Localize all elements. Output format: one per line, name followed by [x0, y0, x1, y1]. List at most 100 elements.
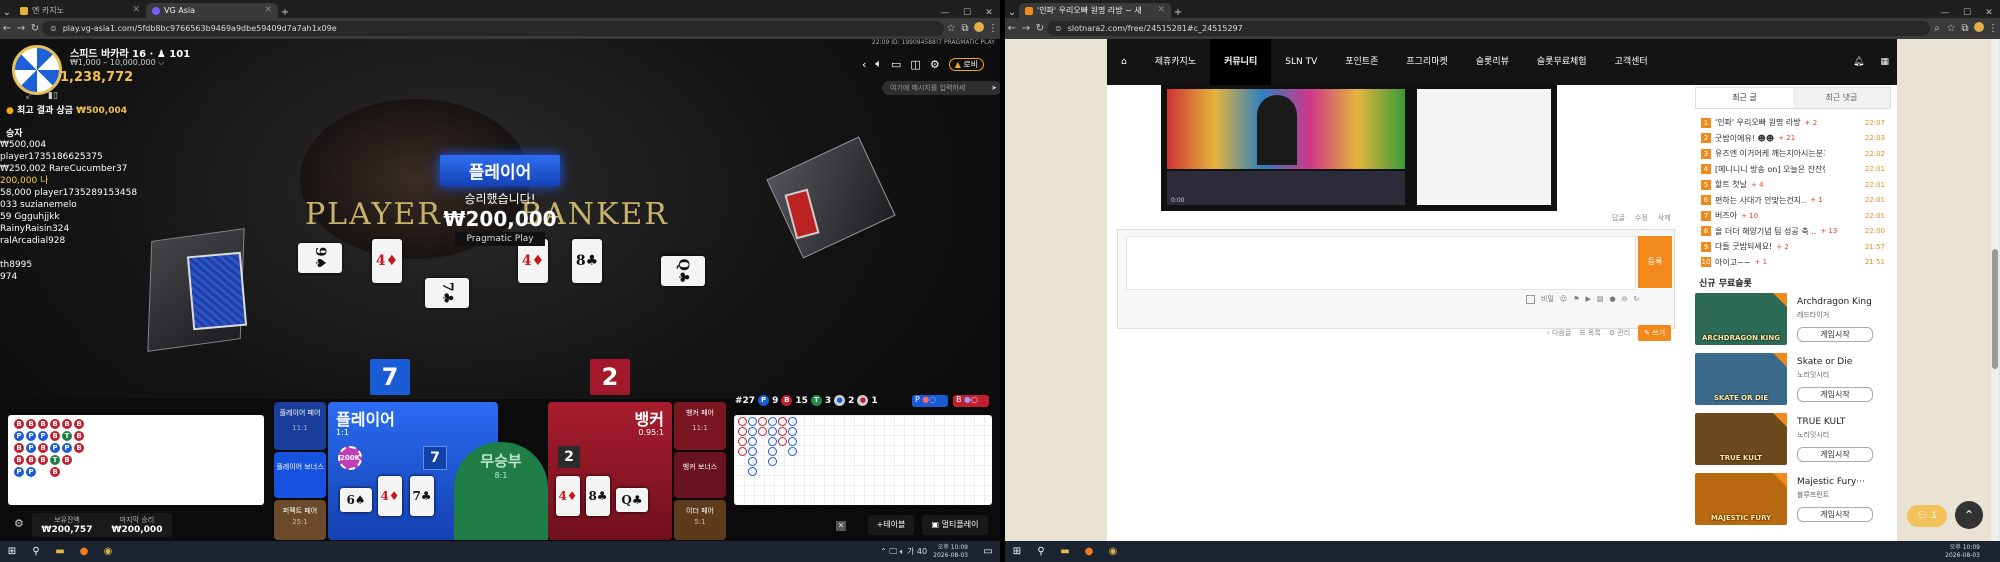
start-game-button[interactable]: 게임시작 — [1797, 387, 1873, 402]
minus-icon[interactable]: ⊖ — [1622, 295, 1628, 303]
scrollbar-thumb[interactable] — [1992, 249, 1998, 369]
secret-checkbox[interactable] — [1526, 294, 1535, 304]
manage-link[interactable]: ⚙ 관리 — [1609, 328, 1630, 338]
player-pair-bet[interactable]: 플레이어 페어 11:1 — [274, 402, 326, 450]
chrome-icon[interactable]: ◉ — [101, 545, 115, 559]
post-image[interactable]: 0:00 — [1161, 85, 1557, 211]
url-field[interactable]: ⊜ play.vg-asia1.com/5fdb8bc9766563b9469a9… — [42, 21, 944, 36]
chat-bubble-button[interactable]: 💬︎ 1 — [1907, 505, 1947, 527]
bookmark-star-icon[interactable]: ☆ — [944, 23, 958, 34]
recent-post-item[interactable]: 4 [메니니니 방송 on] 오늘은 잔잔한 소.. 22:01 — [1701, 162, 1885, 178]
ime-indicator[interactable]: 가 40 — [907, 547, 927, 556]
clock-right[interactable]: 오후 10:09 2026-08-03 — [1945, 544, 1980, 560]
notification-icon[interactable]: ▭ — [981, 545, 995, 559]
new-tab-icon[interactable]: + — [278, 7, 292, 18]
delete-link[interactable]: 삭제 — [1658, 213, 1671, 223]
recent-post-item[interactable]: 6 편하는 사대가 안맞는건지.. + 1 22:01 — [1701, 193, 1885, 209]
recent-post-item[interactable]: 7 버즈아 + 10 22:01 — [1701, 208, 1885, 224]
forward-icon[interactable]: → — [14, 23, 28, 34]
bookmark-star-icon[interactable]: ☆ — [1944, 23, 1958, 34]
nav-slot-review[interactable]: 슬롯리뷰 — [1462, 39, 1523, 85]
nav-free-slot[interactable]: 슬롯무료체험 — [1523, 39, 1601, 85]
either-pair-bet[interactable]: 이더 페어 5:1 — [674, 500, 726, 540]
nav-market[interactable]: 프그리마켓 — [1392, 39, 1461, 85]
chat-icon[interactable]: ▭ — [891, 58, 901, 71]
close-tab-icon[interactable]: ✕ — [132, 3, 140, 18]
back-icon[interactable]: ← — [1005, 23, 1019, 34]
banker-pair-bet[interactable]: 뱅커 페어 11:1 — [674, 402, 726, 450]
forward-icon[interactable]: → — [1019, 23, 1033, 34]
settings-gear-icon[interactable]: ⚙ — [930, 58, 940, 71]
edit-link[interactable]: 수정 — [1635, 213, 1648, 223]
maximize-icon[interactable]: ☐ — [956, 8, 978, 18]
site-info-icon[interactable]: ⊜ — [50, 21, 57, 36]
apps-grid-icon[interactable]: ▦ — [1872, 39, 1897, 85]
windows-start-icon[interactable]: ⊞ — [1010, 545, 1024, 559]
expand-icon[interactable]: ⤢ — [26, 91, 33, 101]
nav-partner-casino[interactable]: 제휴카지노 — [1141, 39, 1210, 85]
slot-thumbnail[interactable]: SKATE OR DIE — [1695, 353, 1787, 405]
recent-post-item[interactable]: 10 아이고~~ + 1 21:51 — [1701, 255, 1885, 271]
tab-vg-asia[interactable]: VG Asia ✕ — [146, 3, 278, 18]
scroll-top-button[interactable]: ⌃ — [1955, 501, 1983, 529]
start-game-button[interactable]: 게임시작 — [1797, 507, 1873, 522]
nav-point-zone[interactable]: 포인트존 — [1331, 39, 1392, 85]
extensions-icon[interactable]: ⧉ — [958, 23, 972, 34]
recent-post-item[interactable]: 9 다들 굿밤되세요! + 2 21:57 — [1701, 239, 1885, 255]
close-window-icon[interactable]: ✕ — [978, 8, 1000, 18]
add-table-button[interactable]: +테이블 — [868, 515, 914, 535]
close-table-icon[interactable]: ✕ — [836, 521, 846, 531]
close-window-icon[interactable]: ✕ — [1978, 8, 2000, 18]
menu-icon[interactable]: ⋮ — [986, 23, 1000, 34]
search-icon[interactable]: ⚲ — [1034, 545, 1048, 559]
minimize-icon[interactable]: — — [934, 8, 956, 18]
reply-link[interactable]: 답글 — [1612, 213, 1625, 223]
scrollbar[interactable] — [1991, 39, 1999, 541]
history-icon[interactable]: ◫ — [910, 58, 920, 71]
firefox-icon[interactable]: ● — [77, 545, 91, 559]
windows-start-icon[interactable]: ⊞ — [5, 545, 19, 559]
file-explorer-icon[interactable]: ▬ — [1058, 545, 1072, 559]
nav-home-icon[interactable]: ⌂ — [1107, 39, 1141, 85]
emoji-icon[interactable]: ☺ — [1560, 295, 1567, 303]
comment-submit-button[interactable]: 등록 — [1638, 236, 1672, 288]
sticker-icon[interactable]: ● — [1610, 295, 1616, 303]
tie-bet[interactable]: 무승부 8:1 — [454, 442, 548, 540]
collapse-icon[interactable]: ‹ — [862, 58, 866, 71]
reload-icon[interactable]: ↻ — [1033, 23, 1047, 34]
comment-textarea[interactable] — [1126, 236, 1636, 290]
settings-icon[interactable]: ⚙ — [14, 517, 24, 530]
refresh-icon[interactable]: ↻ — [1633, 295, 1639, 303]
search-icon[interactable]: ⚲ — [29, 545, 43, 559]
slot-thumbnail[interactable]: ARCHDRAGON KING — [1695, 293, 1787, 345]
banker-main-bet[interactable]: 뱅커 0.95:1 2 4♦ 8♣ Q♣ — [548, 402, 672, 540]
new-tab-icon[interactable]: + — [1171, 7, 1185, 18]
multi-play-button[interactable]: ▣ 멀티플레이 — [922, 515, 988, 535]
url-field[interactable]: ⊜ slotnara2.com/free/24515281#c_24515297 — [1047, 21, 1930, 36]
nav-support[interactable]: 고객센터 — [1601, 39, 1662, 85]
tab-search-icon[interactable]: ⌄ — [1005, 7, 1019, 18]
nav-community[interactable]: 커뮤니티 — [1210, 39, 1272, 85]
tab-slotnara[interactable]: '인파' 우리오빠 원명 라방 ~ 새 ✕ — [1019, 3, 1171, 18]
start-game-button[interactable]: 게임시작 — [1797, 327, 1873, 342]
reload-icon[interactable]: ↻ — [28, 23, 42, 34]
site-info-icon[interactable]: ⊜ — [1055, 21, 1062, 36]
slot-thumbnail[interactable]: MAJESTIC FURY — [1695, 473, 1787, 525]
profile-avatar[interactable] — [1972, 22, 1986, 35]
road-predict-banker[interactable]: B ●○ — [953, 395, 989, 407]
video-icon[interactable]: ▶ — [1585, 295, 1590, 303]
close-tab-icon[interactable]: ✕ — [264, 3, 272, 18]
tab-recent-posts[interactable]: 최근 글 — [1696, 88, 1793, 108]
zoom-icon[interactable]: ⌕ — [1930, 23, 1944, 34]
maximize-icon[interactable]: ☐ — [1956, 8, 1978, 18]
send-icon[interactable]: ➤ — [991, 81, 997, 95]
recent-post-item[interactable]: 2 굿밤이에유! ☻☻ + 21 22:03 — [1701, 131, 1885, 147]
recent-post-item[interactable]: 3 유즈엔 이거어케 깨는지아시는분? 22:02 — [1701, 146, 1885, 162]
flag-icon[interactable]: ⚑ — [1573, 295, 1579, 303]
chrome-icon[interactable]: ◉ — [1106, 545, 1120, 559]
road-predict-player[interactable]: P ●○ — [912, 395, 948, 407]
bet-limits[interactable]: ₩1,000 – 10,000,000 ⌵ — [70, 58, 164, 68]
firefox-icon[interactable]: ● — [1082, 545, 1096, 559]
nav-sln-tv[interactable]: SLN TV — [1271, 39, 1331, 85]
recent-post-item[interactable]: 5 할트 첫날 + 4 22:01 — [1701, 177, 1885, 193]
